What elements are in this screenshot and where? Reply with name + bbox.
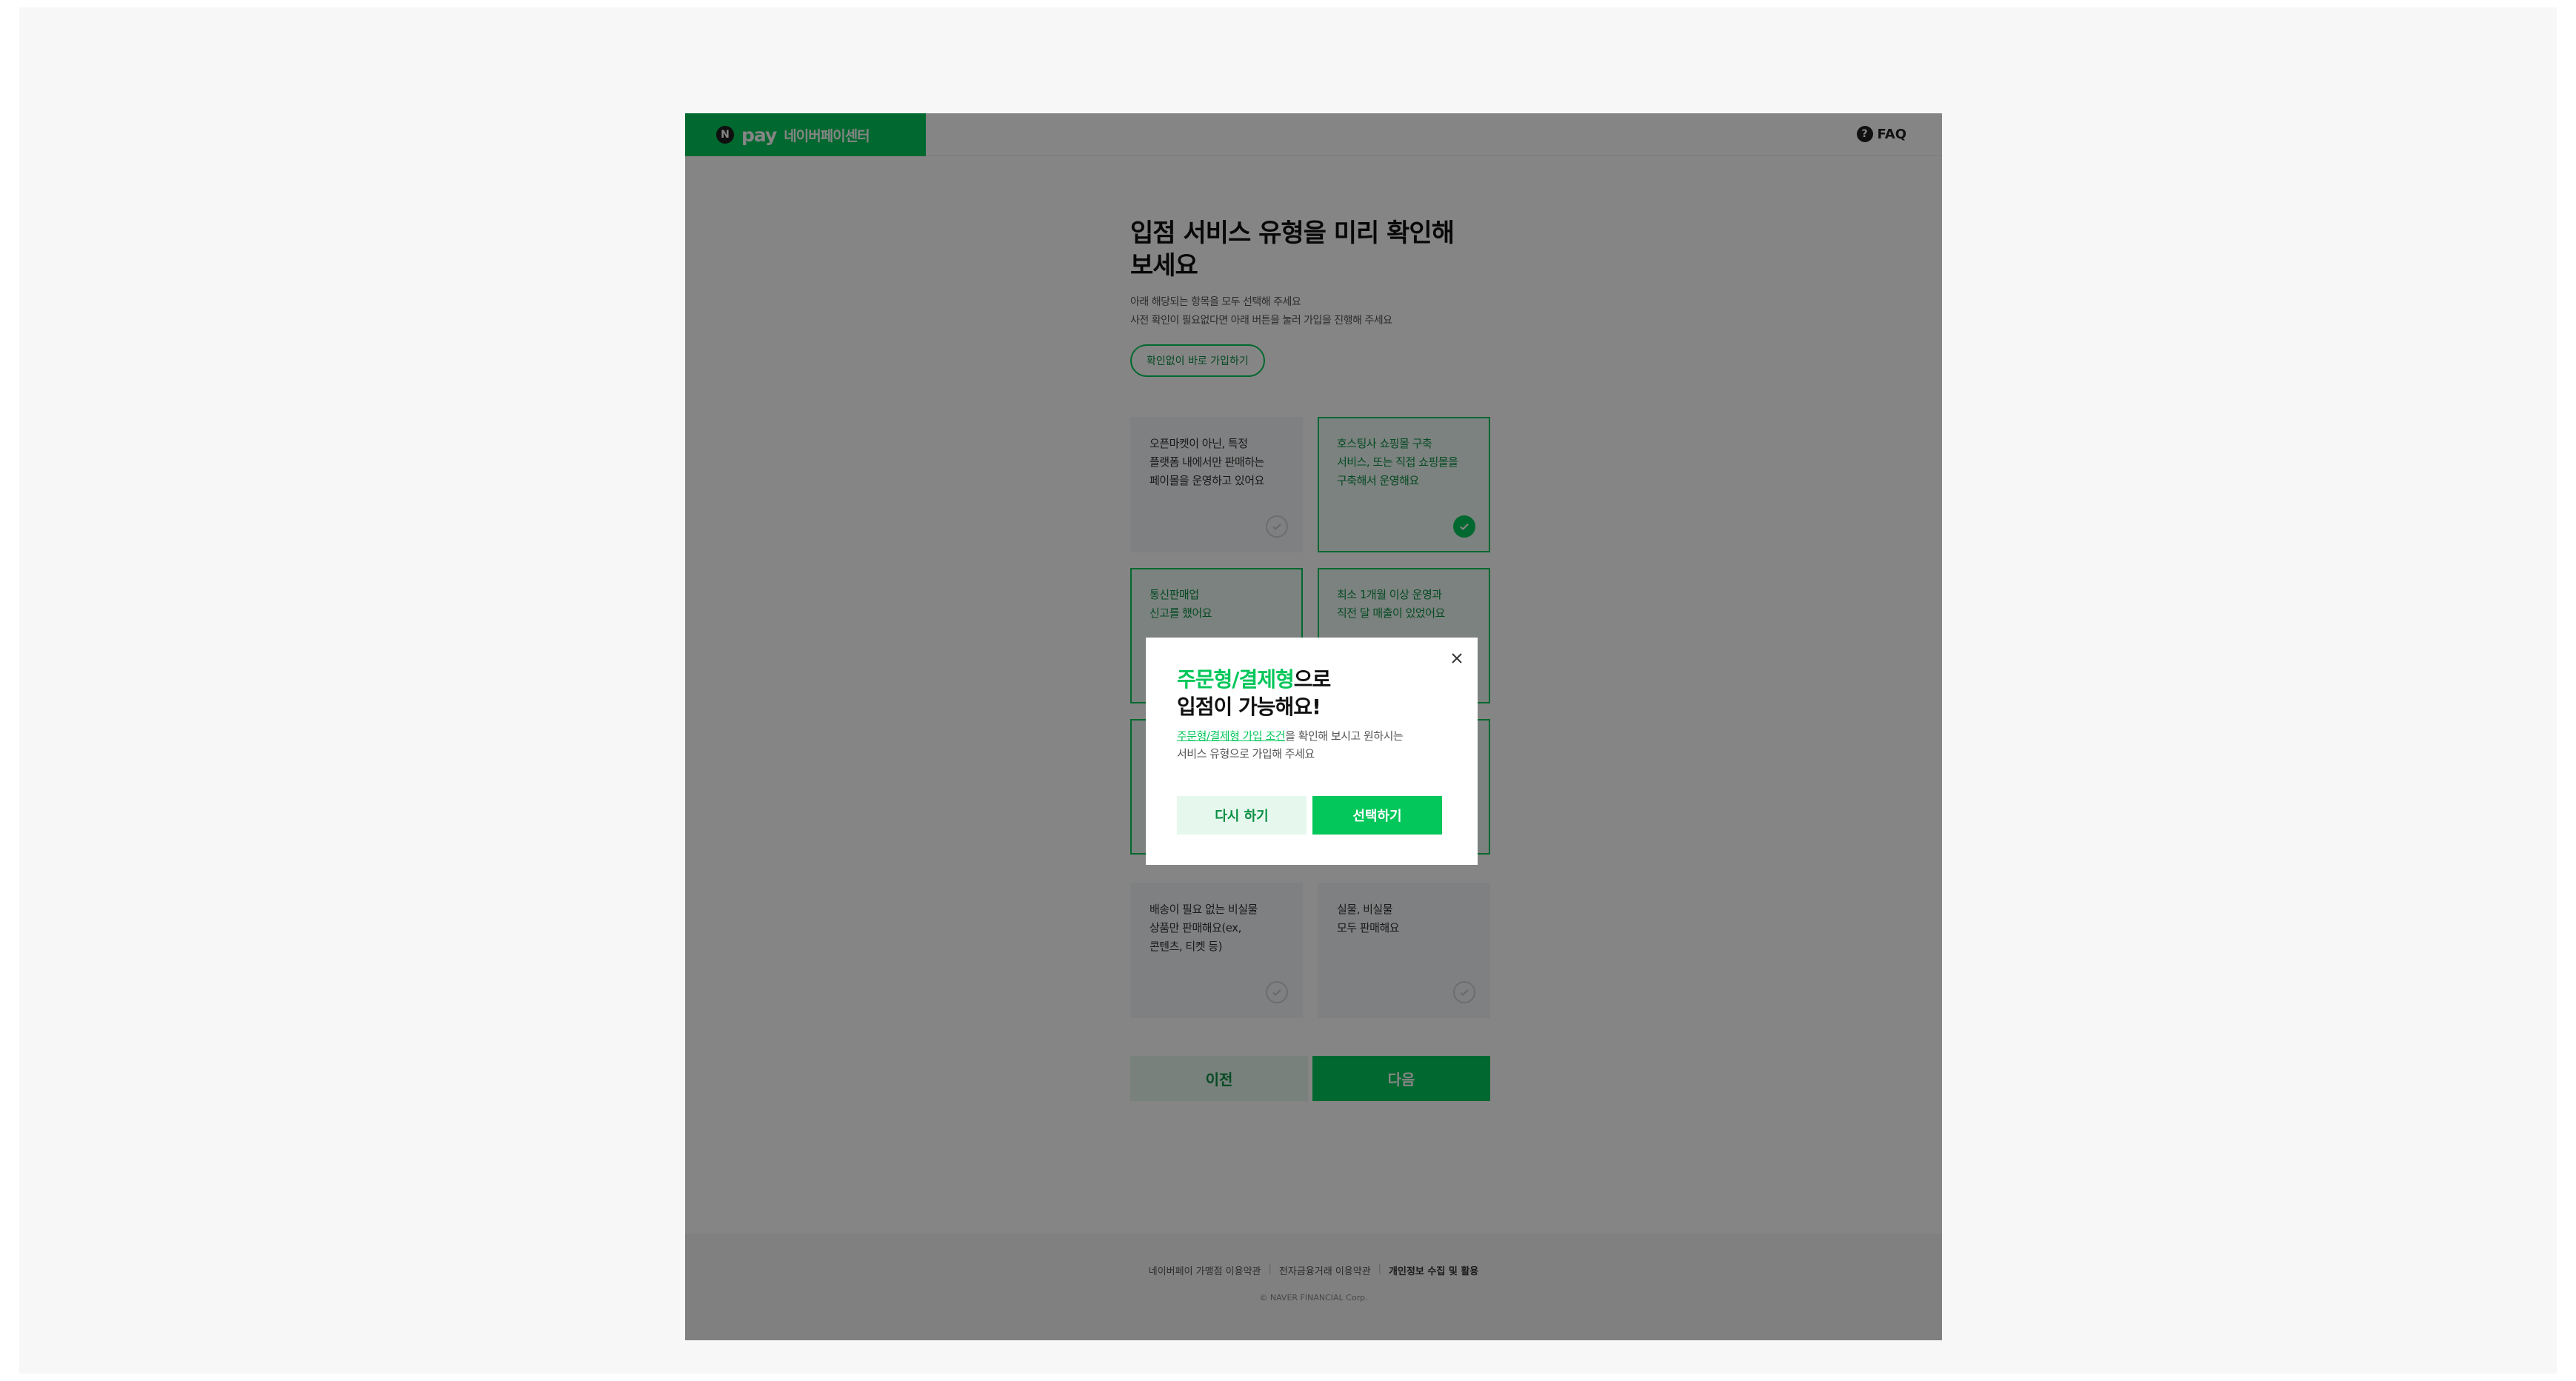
modal-desc-line-1: 주문형/결제형 가입 조건을 확인해 보시고 원하시는 — [1177, 727, 1447, 745]
modal-desc-rest: 을 확인해 보시고 원하시는 — [1285, 729, 1404, 743]
result-modal: 주문형/결제형으로 입점이 가능해요! 주문형/결제형 가입 조건을 확인해 보… — [1146, 638, 1478, 865]
modal-description: 주문형/결제형 가입 조건을 확인해 보시고 원하시는 서비스 유형으로 가입해… — [1177, 727, 1447, 763]
retry-button[interactable]: 다시 하기 — [1177, 796, 1307, 835]
modal-title-line-1: 주문형/결제형으로 — [1177, 666, 1447, 693]
modal-title: 주문형/결제형으로 입점이 가능해요! — [1177, 666, 1447, 720]
modal-title-rest: 으로 — [1293, 667, 1332, 692]
close-icon[interactable] — [1448, 649, 1466, 667]
join-conditions-link[interactable]: 주문형/결제형 가입 조건 — [1177, 729, 1286, 743]
select-button[interactable]: 선택하기 — [1312, 796, 1442, 835]
modal-desc-line-2: 서비스 유형으로 가입해 주세요 — [1177, 747, 1315, 760]
modal-title-line-2: 입점이 가능해요! — [1177, 695, 1321, 719]
modal-buttons: 다시 하기 선택하기 — [1177, 796, 1442, 835]
modal-title-highlight: 주문형/결제형 — [1177, 667, 1295, 692]
browser-viewport: N pay 네이버페이센터 ? FAQ 입점 서비스 유형을 미리 확인해 보세… — [19, 7, 2557, 1374]
page-frame: N pay 네이버페이센터 ? FAQ 입점 서비스 유형을 미리 확인해 보세… — [685, 113, 1942, 1340]
